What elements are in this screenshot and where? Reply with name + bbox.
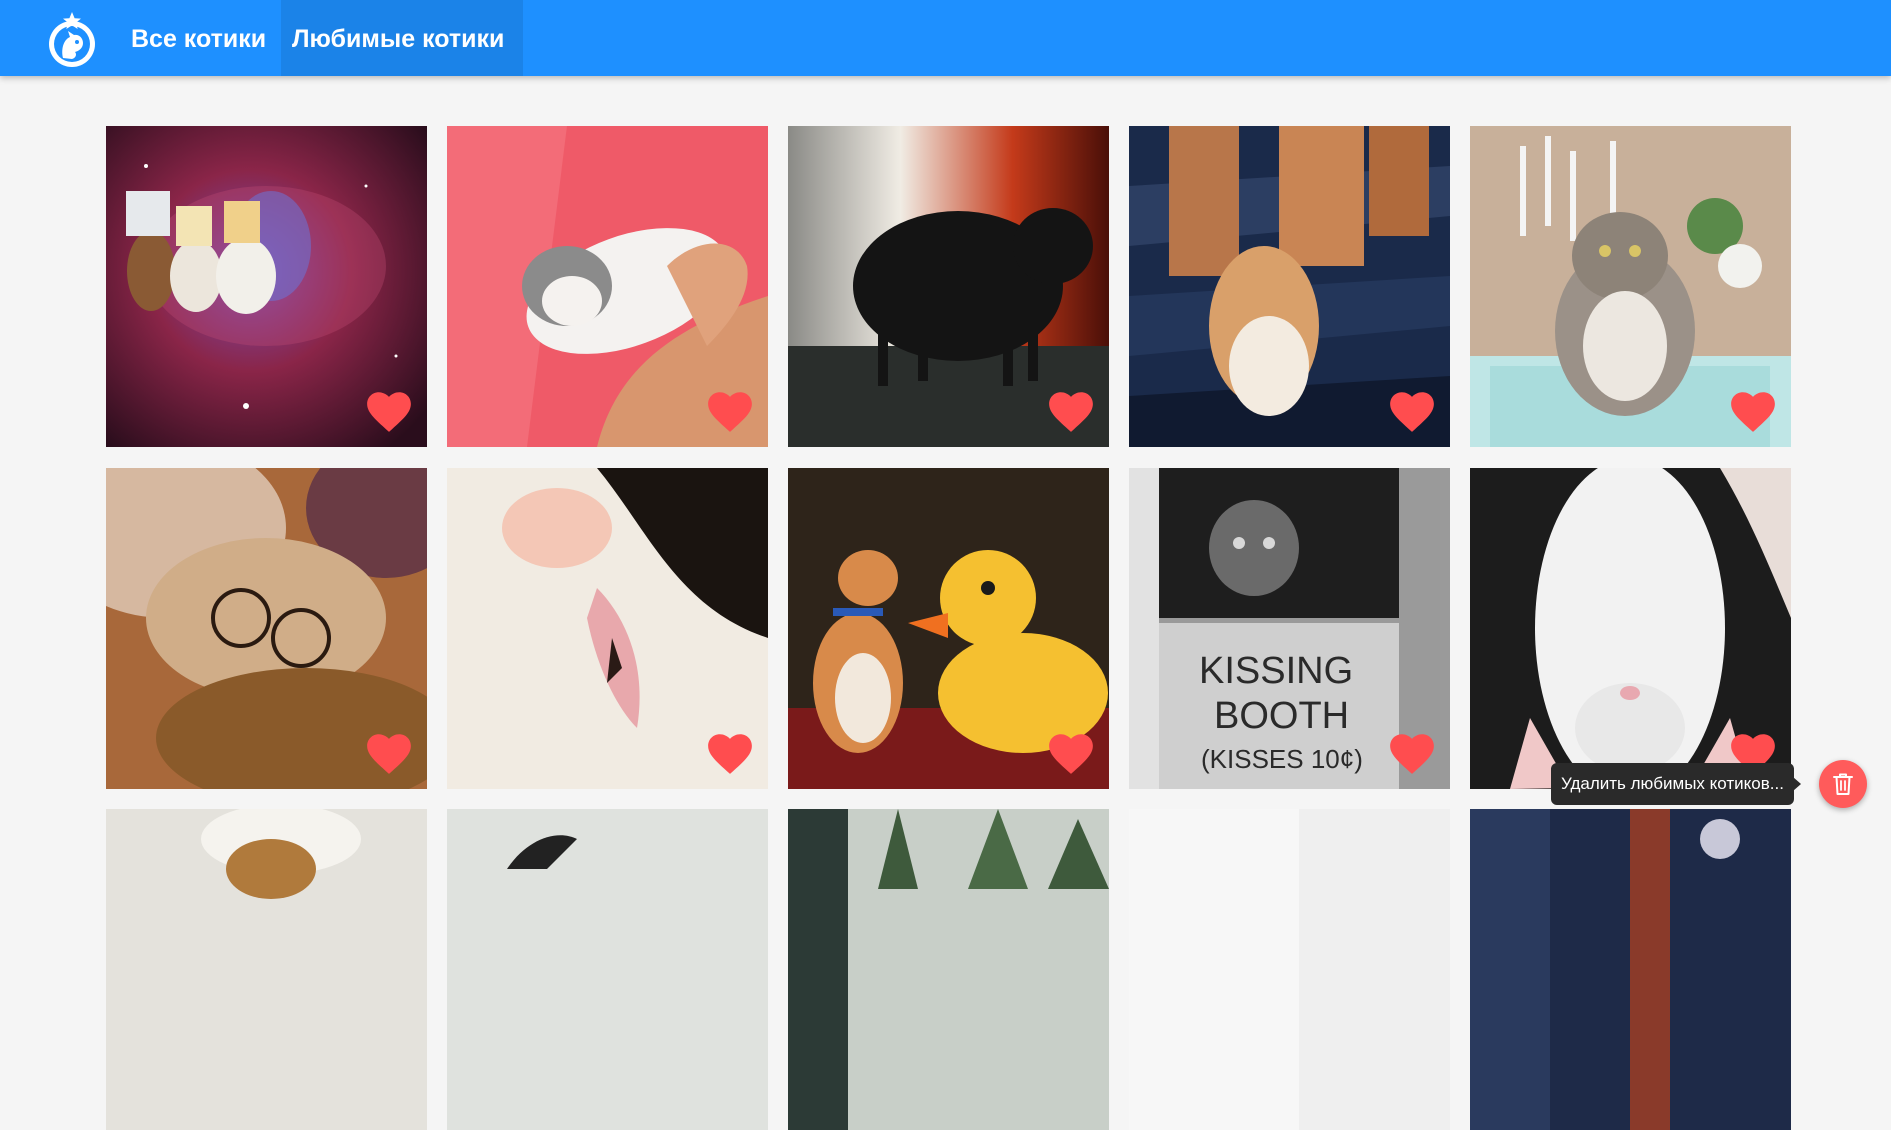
- top-navigation-bar: Все котики Любимые котики: [0, 0, 1891, 76]
- cat-card[interactable]: [447, 809, 768, 1130]
- sign-line-3: (KISSES 10¢): [1201, 744, 1363, 774]
- cat-card[interactable]: [106, 126, 427, 447]
- delete-favorites-button[interactable]: [1819, 760, 1867, 808]
- cat-star-logo-icon[interactable]: [46, 10, 98, 68]
- favorite-heart-icon[interactable]: [705, 388, 755, 434]
- trash-icon: [1833, 773, 1853, 795]
- favorite-heart-icon[interactable]: [705, 730, 755, 776]
- cat-card[interactable]: [788, 809, 1109, 1130]
- favorite-heart-icon[interactable]: [364, 730, 414, 776]
- cat-photo: [788, 809, 1109, 1130]
- cat-card[interactable]: [1470, 468, 1791, 789]
- cat-card[interactable]: [447, 468, 768, 789]
- cat-photo: [1129, 809, 1450, 1130]
- cat-card[interactable]: [106, 468, 427, 789]
- cat-card[interactable]: [1129, 126, 1450, 447]
- sign-line-2: BOOTH: [1214, 695, 1349, 737]
- cat-card[interactable]: KISSING BOOTH (KISSES 10¢): [1129, 468, 1450, 789]
- favorite-heart-icon[interactable]: [1046, 388, 1096, 434]
- cat-card[interactable]: [106, 809, 427, 1130]
- favorite-heart-icon[interactable]: [1728, 388, 1778, 434]
- delete-favorites-tooltip: Удалить любимых котиков...: [1551, 763, 1801, 805]
- cat-photo: [106, 809, 427, 1130]
- cat-card[interactable]: [788, 126, 1109, 447]
- favorite-heart-icon[interactable]: [364, 388, 414, 434]
- cat-photo: [447, 809, 768, 1130]
- favorite-heart-icon[interactable]: [1387, 730, 1437, 776]
- nav-all-cats[interactable]: Все котики: [120, 0, 277, 76]
- favorite-heart-icon[interactable]: [1046, 730, 1096, 776]
- cat-card[interactable]: [1470, 126, 1791, 447]
- cat-card[interactable]: [1129, 809, 1450, 1130]
- nav-favorite-cats[interactable]: Любимые котики: [281, 0, 523, 76]
- cat-photo: [1470, 809, 1791, 1130]
- cat-card[interactable]: [1470, 809, 1791, 1130]
- sign-line-1: KISSING: [1199, 650, 1353, 692]
- cat-card[interactable]: [447, 126, 768, 447]
- cat-card[interactable]: [788, 468, 1109, 789]
- favorite-heart-icon[interactable]: [1387, 388, 1437, 434]
